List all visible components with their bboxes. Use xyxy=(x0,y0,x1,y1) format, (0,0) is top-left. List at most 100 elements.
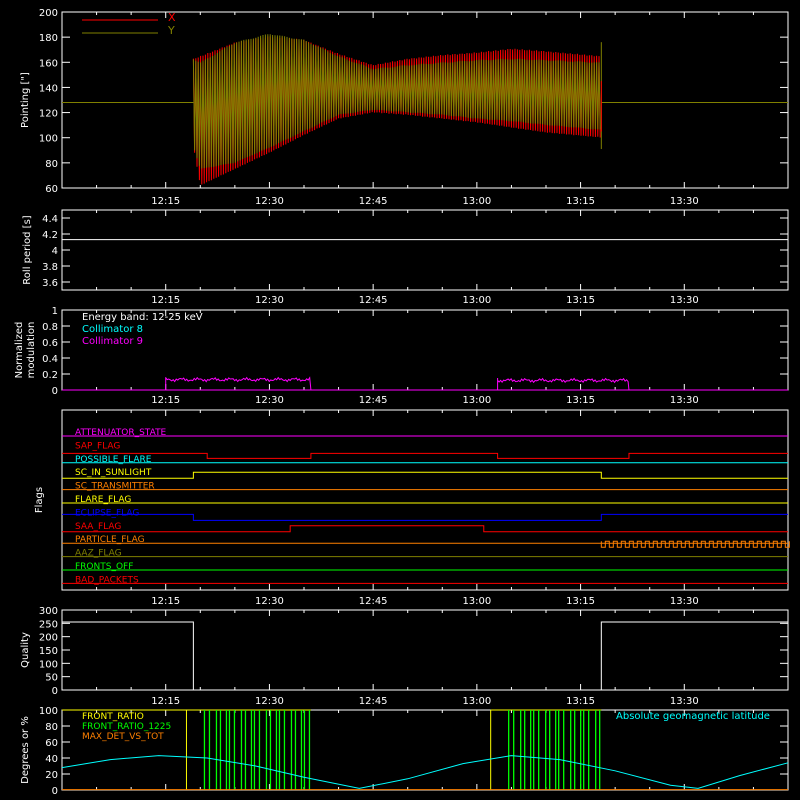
latitude-ylabel: Degrees or % xyxy=(20,716,31,784)
modulation-legend-item: Collimator 8 xyxy=(82,324,143,335)
time-tick-label: 12:45 xyxy=(359,295,388,306)
flag-row: SC_IN_SUNLIGHT xyxy=(62,468,788,479)
time-tick-label: 13:00 xyxy=(462,196,491,207)
time-tick-label: 12:30 xyxy=(255,696,284,707)
time-tick-label: 12:30 xyxy=(255,196,284,207)
time-tick-labels: 12:15 12:30 12:45 13:00 13:15 13:30 xyxy=(151,395,698,406)
flag-trace xyxy=(62,513,788,521)
modulation-ylabel: modulation xyxy=(26,322,37,379)
modulation-y-tick-label: 0.2 xyxy=(42,370,58,381)
quality-axes: 0 50 100 150 200 250 300 xyxy=(39,606,789,697)
time-tick-label: 13:00 xyxy=(462,295,491,306)
latitude-axes: 0 20 40 60 80 100 FRONT_RATIOFRONT_RATIO_1225M… xyxy=(39,706,789,797)
latitude-y-tick-label: 0 xyxy=(52,786,58,797)
time-tick-label: 12:45 xyxy=(359,196,388,207)
time-tick-label: 13:30 xyxy=(670,196,699,207)
quality-y-tick-label: 50 xyxy=(45,673,58,684)
modulation-ylabel: Normalized xyxy=(14,322,25,379)
flag-trace xyxy=(62,525,788,533)
flag-row: ECLIPSE_FLAG xyxy=(62,508,788,521)
quality-y-tick-label: 250 xyxy=(39,619,58,630)
flag-row: BAD_PACKETS xyxy=(62,575,788,585)
time-tick-label: 13:15 xyxy=(566,696,595,707)
latitude-y-tick-label: 40 xyxy=(45,754,58,765)
flag-trace xyxy=(62,452,788,459)
flag-row: FRONTS_OFF xyxy=(62,562,788,572)
time-tick-label: 12:15 xyxy=(151,196,180,207)
flag-row: POSSIBLE_FLARE xyxy=(62,455,788,465)
pointing-y-tick-label: 140 xyxy=(39,83,58,94)
legend-y-label: Y xyxy=(167,24,175,37)
time-tick-label: 13:30 xyxy=(670,696,699,707)
time-tick-label: 12:30 xyxy=(255,596,284,607)
latitude-y-tick-label: 80 xyxy=(45,722,58,733)
time-tick-label: 12:30 xyxy=(255,395,284,406)
roll-y-tick-label: 4 xyxy=(52,246,58,257)
roll-axes: 3.6 3.8 4 4.2 4.4 xyxy=(42,209,789,291)
pointing-y-tick-label: 200 xyxy=(39,8,58,19)
time-tick-labels: 12:15 12:30 12:45 13:00 13:15 13:30 xyxy=(151,596,698,607)
rhessi-quicklook-plot: 60 80 100 120 140 160 180 200 X Y Pointing ["] 12:1… xyxy=(0,0,800,800)
flag-row: FLARE_FLAG xyxy=(62,495,788,505)
flag-row: SAA_FLAG xyxy=(62,522,788,533)
geomagnetic-latitude-curve xyxy=(61,755,789,789)
time-tick-label: 13:15 xyxy=(566,295,595,306)
time-tick-label: 13:30 xyxy=(670,596,699,607)
flag-row: PARTICLE_FLAG xyxy=(62,535,788,545)
modulation-y-tick-label: 0.8 xyxy=(42,322,58,333)
time-tick-labels: 12:15 12:30 12:45 13:00 13:15 13:30 xyxy=(151,295,698,306)
time-tick-label: 13:15 xyxy=(566,395,595,406)
quality-y-tick-label: 200 xyxy=(39,633,58,644)
time-tick-label: 13:15 xyxy=(566,196,595,207)
time-tick-label: 12:45 xyxy=(359,596,388,607)
latitude-legend-item: MAX_DET_VS_TOT xyxy=(82,732,164,742)
time-tick-label: 12:45 xyxy=(359,395,388,406)
flags-axes: ATTENUATOR_STATE SAP_FLAG POSSIBLE_FLARE SC… xyxy=(61,409,790,591)
plot-canvas: 6080100120140160180200 XYPointing ["]12:1… xyxy=(14,8,790,797)
time-tick-label: 13:30 xyxy=(670,295,699,306)
roll-frame xyxy=(61,209,789,291)
modulation-y-tick-label: 0.4 xyxy=(42,354,58,365)
time-tick-label: 13:30 xyxy=(670,395,699,406)
roll-y-tick-label: 3.6 xyxy=(42,278,58,289)
time-tick-label: 13:00 xyxy=(462,395,491,406)
time-tick-labels: 12:15 12:30 12:45 13:00 13:15 13:30 xyxy=(151,696,698,707)
flag-label: SAP_FLAG xyxy=(75,441,120,451)
collimator-9-segment xyxy=(497,377,630,391)
roll-y-tick-label: 4.4 xyxy=(42,214,58,225)
flag-trace xyxy=(62,471,788,479)
latitude-y-tick-label: 20 xyxy=(45,770,58,781)
flag-label: SC_IN_SUNLIGHT xyxy=(75,468,152,478)
flags-ylabel: Flags xyxy=(34,487,45,513)
flag-row: SC_TRANSMITTER xyxy=(62,482,788,492)
pointing-y-tick-label: 80 xyxy=(45,159,58,170)
pointing-y-tick-label: 60 xyxy=(45,184,58,195)
pointing-y-tick-label: 120 xyxy=(39,109,58,120)
time-tick-label: 13:15 xyxy=(566,596,595,607)
geomagnetic-latitude-label: Absolute geomagnetic latitude xyxy=(616,711,770,722)
collimator-9-segment xyxy=(165,376,312,391)
pointing-axes: 60 80 100 120 140 160 180 200 XY xyxy=(39,8,789,195)
time-tick-label: 12:15 xyxy=(151,295,180,306)
quality-y-tick-label: 150 xyxy=(39,646,58,657)
latitude-y-tick-label: 60 xyxy=(45,738,58,749)
time-tick-label: 12:45 xyxy=(359,696,388,707)
quality-y-tick-label: 0 xyxy=(52,686,58,697)
pointing-ylabel: Pointing ["] xyxy=(20,72,31,128)
quality-y-tick-label: 300 xyxy=(39,606,58,617)
flag-row: SAP_FLAG xyxy=(62,441,788,459)
modulation-legend-item: Energy band: 12-25 keV xyxy=(82,312,203,323)
flags-frame xyxy=(61,409,789,591)
modulation-axes: 00.20.40.60.81Energy band: 12-25 keVColl… xyxy=(42,306,789,397)
pointing-y-tick-label: 100 xyxy=(39,134,58,145)
flag-row: ATTENUATOR_STATE xyxy=(62,428,788,438)
particle-flag-pulses xyxy=(600,540,790,548)
roll-ylabel: Roll period [s] xyxy=(22,215,33,284)
latitude-legend-item: FRONT_RATIO_1225 xyxy=(82,722,171,732)
latitude-y-tick-label: 100 xyxy=(39,706,58,717)
quality-ylabel: Quality xyxy=(20,632,31,668)
modulation-y-tick-label: 0.6 xyxy=(42,338,58,349)
modulation-y-tick-label: 0 xyxy=(52,386,58,397)
quality-trace xyxy=(62,621,788,691)
flag-label: SAA_FLAG xyxy=(75,522,121,532)
